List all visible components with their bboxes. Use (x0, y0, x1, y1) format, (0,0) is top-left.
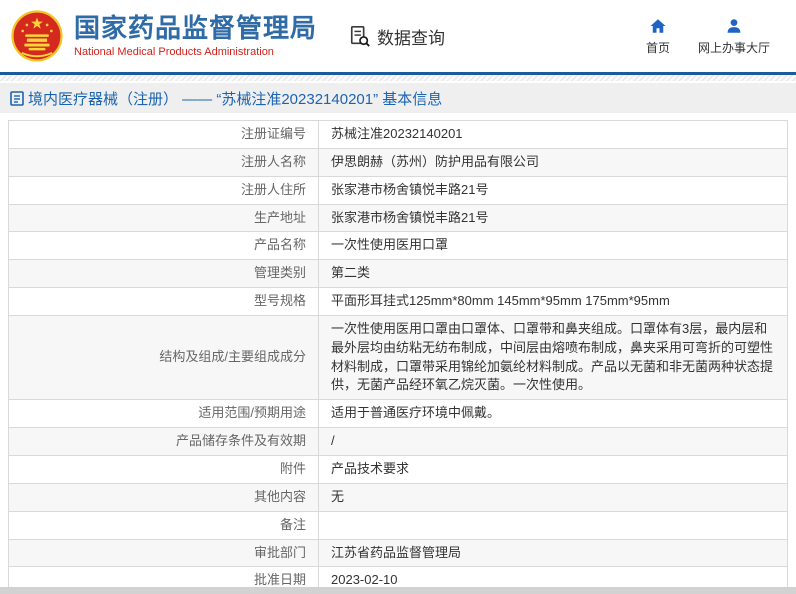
row-label: 注册人住所 (8, 175, 319, 205)
row-value (318, 510, 788, 540)
registration-info-table: 注册证编号 苏械注准20232140201 注册人名称 伊思朗赫（苏州）防护用品有限公… (8, 120, 788, 594)
row-label: 产品名称 (8, 231, 319, 261)
table-row: 管理类别 第二类 (8, 259, 788, 289)
row-value: 产品技术要求 (318, 454, 788, 484)
table-row: 适用范围/预期用途 适用于普通医疗环境中佩戴。 (8, 399, 788, 429)
registration-info-table-wrap: 注册证编号 苏械注准20232140201 注册人名称 伊思朗赫（苏州）防护用品有限公… (8, 120, 788, 594)
row-label: 生产地址 (8, 203, 319, 233)
row-label: 管理类别 (8, 259, 319, 289)
module-title: 数据查询 (377, 28, 446, 48)
table-row: 产品名称 一次性使用医用口罩 (8, 231, 788, 261)
org-name: 国家药品监督管理局 (74, 13, 318, 44)
page-bottom-edge (0, 587, 796, 594)
nav-label-home: 首页 (645, 40, 670, 55)
document-search-icon (350, 26, 370, 47)
row-value: 一次性使用医用口罩 (318, 231, 788, 261)
section-title: 境内医疗器械（注册） —— “苏械注准20232140201” 基本信息 (28, 90, 443, 108)
row-label: 其他内容 (8, 482, 319, 512)
row-label: 注册人名称 (8, 147, 319, 177)
row-value: 伊思朗赫（苏州）防护用品有限公司 (318, 147, 788, 177)
row-label: 适用范围/预期用途 (8, 399, 319, 429)
row-value: 无 (318, 482, 788, 512)
row-label: 产品储存条件及有效期 (8, 427, 319, 456)
table-row: 其他内容无 (8, 482, 788, 512)
section-title-bar: 境内医疗器械（注册） —— “苏械注准20232140201” 基本信息 (0, 83, 796, 113)
nav-item-home[interactable]: 首页 (646, 17, 670, 56)
row-value: 张家港市杨舍镇悦丰路21号 (318, 203, 788, 233)
table-row: 审批部门 江苏省药品监督管理局 (8, 538, 788, 568)
nav-label-service-hall: 网上办事大厅 (697, 40, 770, 55)
row-value: 一次性使用医用口罩由口罩体、口罩带和鼻夹组成。口罩体有3层，最内层和最外层均由纺… (318, 314, 788, 401)
table-row: 结构及组成/主要组成成分 一次性使用医用口罩由口罩体、口罩带和鼻夹组成。口罩体有3… (8, 314, 788, 401)
info-table-body: 注册证编号 苏械注准20232140201 注册人名称 伊思朗赫（苏州）防护用品有限公… (8, 120, 788, 594)
nav-item-service-hall[interactable]: 网上办事大厅 (698, 17, 770, 56)
row-label: 型号规格 (8, 287, 319, 316)
data-query-module: 数据查询 (349, 24, 445, 49)
row-value: 江苏省药品监督管理局 (318, 538, 788, 568)
table-row: 注册证编号 苏械注准20232140201 (8, 120, 788, 149)
table-row: 生产地址 张家港市杨舍镇悦丰路21号 (8, 203, 788, 233)
top-nav: 首页 网上办事大厅 (646, 17, 770, 56)
person-icon (727, 18, 741, 33)
home-icon (650, 18, 666, 33)
row-label: 附件 (8, 454, 319, 484)
row-value: 苏械注准20232140201 (318, 120, 788, 149)
row-value: 张家港市杨舍镇悦丰路21号 (318, 175, 788, 205)
row-label: 结构及组成/主要组成成分 (8, 314, 319, 401)
row-value: 平面形耳挂式125mm*80mm 145mm*95mm 175mm*95mm (318, 287, 788, 316)
document-icon (10, 90, 24, 106)
table-row: 备注 (8, 510, 788, 540)
org-name-en: National Medical Products Administration (74, 45, 274, 58)
table-row: 型号规格 平面形耳挂式125mm*80mm 145mm*95mm 175mm*95… (8, 287, 788, 316)
row-label: 注册证编号 (8, 120, 319, 149)
row-label: 审批部门 (8, 538, 319, 568)
row-value: 适用于普通医疗环境中佩戴。 (318, 399, 788, 429)
table-row: 注册人名称 伊思朗赫（苏州）防护用品有限公司 (8, 147, 788, 177)
table-row: 注册人住所 张家港市杨舍镇悦丰路21号 (8, 175, 788, 205)
table-row: 附件 产品技术要求 (8, 454, 788, 484)
page-header: 国家药品监督管理局 National Medical Products Admi… (0, 0, 796, 72)
brand-block: 国家药品监督管理局 National Medical Products Admi… (74, 14, 317, 58)
table-row: 产品储存条件及有效期 / (8, 427, 788, 456)
hatched-strip (0, 75, 796, 81)
row-label: 备注 (8, 510, 319, 540)
nmpa-emblem-logo (11, 10, 63, 62)
row-value: / (318, 427, 788, 456)
row-value: 第二类 (318, 259, 788, 289)
